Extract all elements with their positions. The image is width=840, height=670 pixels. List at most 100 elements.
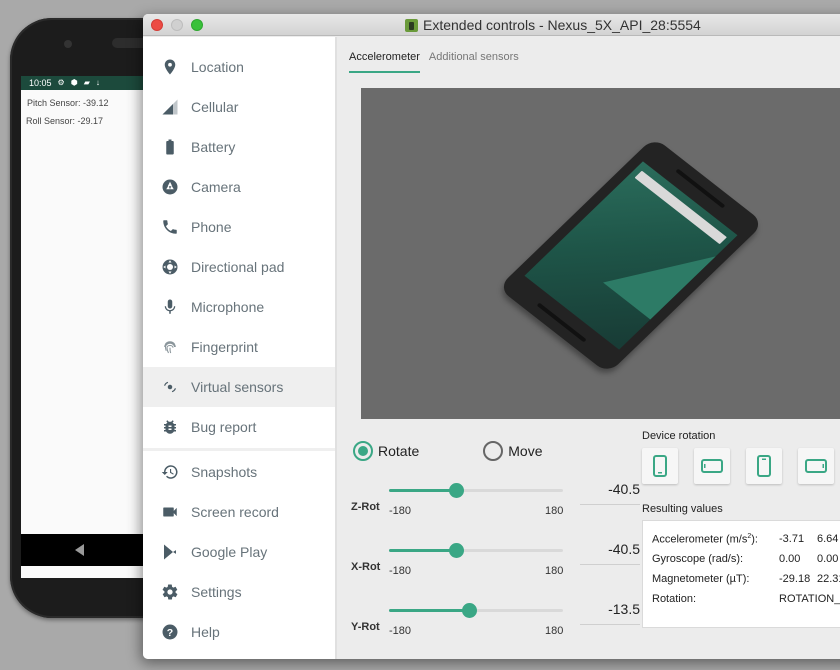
rotate-radio[interactable]: Rotate [353, 441, 419, 461]
front-camera [64, 40, 72, 48]
battery-icon [161, 138, 179, 156]
z-rot-slider-row: Z-Rot -180 180 -40.5 [351, 481, 641, 525]
sidebar-item-cellular[interactable]: Cellular [143, 87, 335, 127]
y-rot-slider[interactable] [389, 603, 563, 618]
sidebar: Location Cellular Battery Camera Phone D… [143, 37, 337, 659]
move-radio[interactable]: Move [483, 441, 542, 461]
reverse-portrait-phone-icon [757, 455, 771, 477]
slider-thumb[interactable] [462, 603, 478, 618]
settings-icon: ⚙ [57, 78, 65, 87]
sidebar-item-microphone[interactable]: Microphone [143, 287, 335, 327]
location-pin-icon [161, 58, 179, 76]
sd-card-icon: ▰ [83, 78, 90, 87]
sidebar-item-label: Battery [191, 139, 236, 155]
portrait-phone-icon [653, 455, 667, 477]
result-label: Gyroscope (rad/s): [652, 553, 744, 565]
maximize-window-button[interactable] [191, 19, 203, 31]
download-icon: ↓ [95, 78, 100, 87]
sidebar-item-label: Location [191, 59, 244, 75]
device-3d-model[interactable] [497, 136, 765, 375]
sidebar-item-location[interactable]: Location [143, 47, 335, 87]
minimize-window-button[interactable] [171, 19, 183, 31]
close-window-button[interactable] [151, 19, 163, 31]
slider-thumb[interactable] [449, 543, 465, 558]
slider-min-label: -180 [389, 565, 412, 577]
rotate-portrait-button[interactable] [642, 448, 678, 484]
sidebar-item-help[interactable]: ? Help [143, 612, 335, 652]
result-value: ROTATION_0 [779, 593, 840, 605]
resulting-values-heading: Resulting values [642, 503, 723, 515]
virtual-sensors-panel: Accelerometer Additional sensors Rotate … [339, 37, 840, 659]
virtual-sensors-icon [161, 378, 179, 396]
dpad-icon [161, 258, 179, 276]
z-rot-slider[interactable] [389, 483, 563, 498]
device-3d-viewport[interactable] [361, 88, 840, 419]
x-rot-slider[interactable] [389, 543, 563, 558]
slider-thumb[interactable] [449, 483, 465, 498]
sidebar-item-phone[interactable]: Phone [143, 207, 335, 247]
tab-additional-sensors[interactable]: Additional sensors [429, 51, 519, 73]
z-rot-value-field[interactable]: -40.5 [580, 481, 640, 505]
sensor-tabs: Accelerometer Additional sensors [349, 51, 519, 73]
sidebar-item-settings[interactable]: Settings [143, 572, 335, 612]
sidebar-item-directional-pad[interactable]: Directional pad [143, 247, 335, 287]
sidebar-item-bug-report[interactable]: Bug report [143, 407, 335, 447]
result-label-suffix: ): [751, 533, 758, 546]
x-rot-value-field[interactable]: -40.5 [580, 541, 640, 565]
result-value: 0.00 [817, 553, 839, 565]
emulator-app-icon [405, 18, 418, 32]
slider-max-label: 180 [545, 505, 564, 517]
videocam-icon [161, 503, 179, 521]
sidebar-item-label: Virtual sensors [191, 379, 284, 395]
result-row-rotation: Rotation: ROTATION_0 [652, 589, 840, 609]
x-rot-slider-row: X-Rot -180 180 -40.5 [351, 541, 641, 585]
title-bar[interactable]: Extended controls - Nexus_5X_API_28:5554 [143, 14, 840, 36]
sidebar-item-battery[interactable]: Battery [143, 127, 335, 167]
sidebar-item-google-play[interactable]: Google Play [143, 532, 335, 572]
result-label: Magnetometer (µT): [652, 573, 750, 585]
camera-aperture-icon [161, 178, 179, 196]
back-icon[interactable] [75, 544, 84, 556]
result-value: -29.18 [779, 573, 811, 585]
phone-icon [161, 218, 179, 236]
result-label-text: Accelerometer (m/s [652, 533, 748, 546]
landscape-phone-icon [701, 459, 723, 473]
device-rotation-heading: Device rotation [642, 430, 716, 442]
bug-icon [161, 418, 179, 436]
sidebar-item-label: Bug report [191, 419, 257, 435]
microphone-icon [161, 298, 179, 316]
fingerprint-icon [161, 338, 179, 356]
sidebar-item-camera[interactable]: Camera [143, 167, 335, 207]
help-icon: ? [161, 623, 179, 641]
result-label: Rotation: [652, 593, 697, 605]
radio-label: Rotate [378, 443, 420, 459]
rotate-landscape-button[interactable] [694, 448, 730, 484]
tab-accelerometer[interactable]: Accelerometer [349, 51, 420, 73]
sidebar-item-virtual-sensors[interactable]: Virtual sensors [143, 367, 335, 407]
result-row-accelerometer: Accelerometer (m/s2): -3.71 6.64 [652, 529, 840, 549]
reverse-landscape-phone-icon [805, 459, 827, 473]
sidebar-item-label: Fingerprint [191, 339, 258, 355]
status-time: 10:05 [29, 78, 52, 88]
result-row-magnetometer: Magnetometer (µT): -29.18 22.31 [652, 569, 840, 589]
sidebar-item-fingerprint[interactable]: Fingerprint [143, 327, 335, 367]
rotate-reverse-portrait-button[interactable] [746, 448, 782, 484]
slider-fill [389, 609, 470, 612]
slider-fill [389, 489, 457, 492]
mode-radio-group: Rotate Move [353, 441, 542, 461]
sidebar-item-screen-record[interactable]: Screen record [143, 492, 335, 532]
slider-min-label: -180 [389, 625, 412, 637]
sidebar-item-label: Camera [191, 179, 241, 195]
sidebar-item-label: Directional pad [191, 259, 285, 275]
sidebar-divider [143, 448, 335, 451]
y-rot-slider-row: Y-Rot -180 180 -13.5 [351, 601, 641, 645]
sidebar-item-label: Snapshots [191, 464, 258, 480]
device-rotation-buttons [642, 448, 834, 484]
slider-axis-label: Z-Rot [351, 501, 380, 513]
rotate-reverse-landscape-button[interactable] [798, 448, 834, 484]
sidebar-item-snapshots[interactable]: Snapshots [143, 452, 335, 492]
slider-fill [389, 549, 457, 552]
y-rot-value-field[interactable]: -13.5 [580, 601, 640, 625]
slider-axis-label: X-Rot [351, 561, 381, 573]
result-row-gyroscope: Gyroscope (rad/s): 0.00 0.00 [652, 549, 840, 569]
